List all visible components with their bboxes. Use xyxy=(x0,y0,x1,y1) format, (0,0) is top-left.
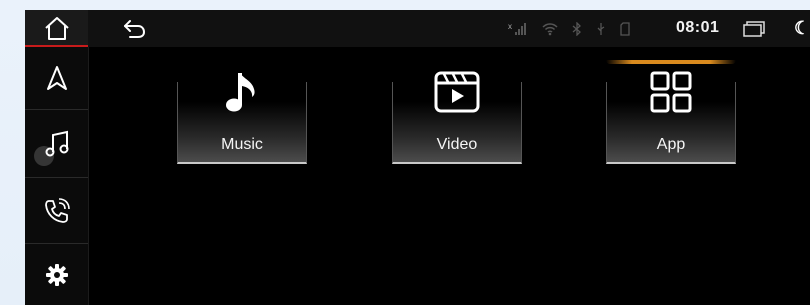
sidebar-item-phone[interactable] xyxy=(25,178,88,244)
grid-icon xyxy=(650,71,692,113)
svg-text:x: x xyxy=(508,22,512,31)
head-unit-screen: x 08:01 ☾ Music Video App xyxy=(25,10,810,305)
usb-icon xyxy=(597,23,605,35)
window-icon[interactable] xyxy=(743,21,765,37)
music-note-icon xyxy=(45,130,68,156)
sidebar-item-settings[interactable] xyxy=(25,244,88,305)
moon-icon[interactable]: ☾ xyxy=(794,18,810,39)
music-note-icon xyxy=(226,73,255,112)
gear-icon xyxy=(45,263,68,286)
wifi-icon xyxy=(542,23,558,36)
phone-icon xyxy=(44,197,70,223)
video-tile[interactable]: Video xyxy=(392,71,522,164)
status-icons: x xyxy=(508,20,630,38)
sidebar-item-music[interactable] xyxy=(25,110,88,178)
status-bar: x 08:01 ☾ xyxy=(88,10,810,47)
navigation-arrow-icon xyxy=(46,66,67,90)
home-icon xyxy=(44,16,69,40)
sidebar-item-home[interactable] xyxy=(25,10,88,47)
app-tile-label: App xyxy=(656,136,686,153)
sidebar-item-navigation[interactable] xyxy=(25,47,88,110)
back-button[interactable] xyxy=(122,17,148,41)
sidebar xyxy=(25,10,89,305)
app-tile-highlight xyxy=(606,60,736,64)
app-tile[interactable]: App xyxy=(606,71,736,164)
video-tile-label: Video xyxy=(436,136,478,153)
signal-off-icon: x xyxy=(508,22,526,35)
clock: 08:01 xyxy=(676,19,720,36)
music-tile[interactable]: Music xyxy=(177,73,307,164)
sd-card-icon xyxy=(620,22,630,36)
bluetooth-icon xyxy=(572,22,581,36)
music-tile-label: Music xyxy=(221,136,263,153)
video-icon xyxy=(434,71,480,113)
back-arrow-icon xyxy=(124,20,146,38)
